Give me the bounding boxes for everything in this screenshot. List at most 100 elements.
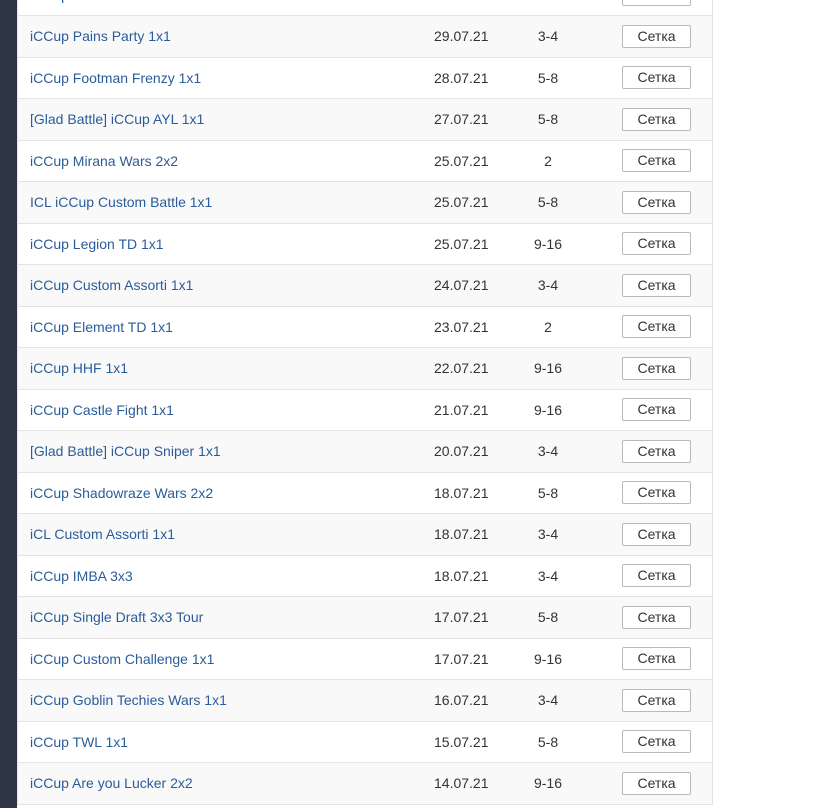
- tournament-link[interactable]: iCCup Are you Lucker 2x2: [30, 775, 193, 791]
- tournament-date: 18.07.21: [378, 472, 506, 514]
- tournament-link[interactable]: iCCup TWL 1x1: [30, 734, 128, 750]
- tournament-place: 5-8: [506, 596, 602, 639]
- tournament-date: 23.07.21: [378, 306, 506, 348]
- bracket-button[interactable]: Сетка: [622, 439, 691, 463]
- bracket-button-cell: Сетка: [602, 347, 712, 390]
- tournament-place: 5-8: [506, 57, 602, 99]
- tournament-place: 2: [506, 306, 602, 348]
- bracket-button-cell: Сетка: [602, 0, 712, 16]
- bracket-button[interactable]: Сетка: [622, 0, 691, 6]
- tournament-results-table-container: iCCup Сетка iCCup Pains Party 1x1 29.07.…: [17, 0, 713, 805]
- bracket-button-cell: Сетка: [602, 430, 712, 473]
- table-row: iCCup Castle Fight 1x1 21.07.21 9-16 Сет…: [18, 389, 712, 431]
- tournament-link[interactable]: iCCup Custom Challenge 1x1: [30, 651, 214, 667]
- tournament-link[interactable]: [Glad Battle] iCCup AYL 1x1: [30, 111, 204, 127]
- tournament-date: 18.07.21: [378, 555, 506, 597]
- tournament-place: [506, 0, 602, 16]
- tournament-name-cell: iCCup Goblin Techies Wars 1x1: [18, 679, 378, 722]
- table-row: iCL Custom Assorti 1x1 18.07.21 3-4 Сетк…: [18, 513, 712, 556]
- table-row: iCCup Footman Frenzy 1x1 28.07.21 5-8 Се…: [18, 57, 712, 99]
- bracket-button-cell: Сетка: [602, 15, 712, 58]
- tournament-name-cell: iCCup Custom Assorti 1x1: [18, 264, 378, 307]
- table-row: iCCup TWL 1x1 15.07.21 5-8 Сетка: [18, 721, 712, 763]
- bracket-button-cell: Сетка: [602, 98, 712, 141]
- tournament-link[interactable]: iCCup: [30, 0, 69, 3]
- tournament-name-cell: iCCup HHF 1x1: [18, 347, 378, 390]
- bracket-button[interactable]: Сетка: [622, 149, 691, 173]
- tournament-link[interactable]: iCCup Element TD 1x1: [30, 319, 173, 335]
- bracket-button-cell: Сетка: [602, 140, 712, 182]
- tournament-name-cell: ICL iCCup Custom Battle 1x1: [18, 181, 378, 224]
- bracket-button[interactable]: Сетка: [622, 481, 691, 505]
- tournament-name-cell: iCCup Are you Lucker 2x2: [18, 762, 378, 805]
- tournament-place: 9-16: [506, 223, 602, 265]
- tournament-name-cell: iCCup Footman Frenzy 1x1: [18, 57, 378, 99]
- tournament-link[interactable]: ICL iCCup Custom Battle 1x1: [30, 194, 212, 210]
- tournament-name-cell: iCCup: [18, 0, 378, 16]
- tournament-place: 3-4: [506, 15, 602, 58]
- tournament-link[interactable]: iCCup Mirana Wars 2x2: [30, 153, 178, 169]
- bracket-button[interactable]: Сетка: [622, 564, 691, 588]
- bracket-button[interactable]: Сетка: [622, 771, 691, 795]
- tournament-name-cell: iCCup Castle Fight 1x1: [18, 389, 378, 431]
- bracket-button[interactable]: Сетка: [622, 522, 691, 546]
- table-row: iCCup IMBA 3x3 18.07.21 3-4 Сетка: [18, 555, 712, 597]
- tournament-link[interactable]: iCCup Custom Assorti 1x1: [30, 277, 193, 293]
- tournament-link[interactable]: iCCup Castle Fight 1x1: [30, 402, 174, 418]
- tournament-place: 3-4: [506, 679, 602, 722]
- tournament-place: 2: [506, 140, 602, 182]
- table-row: iCCup Custom Challenge 1x1 17.07.21 9-16…: [18, 638, 712, 680]
- bracket-button[interactable]: Сетка: [622, 190, 691, 214]
- tournament-link[interactable]: iCCup Shadowraze Wars 2x2: [30, 485, 213, 501]
- bracket-button[interactable]: Сетка: [622, 398, 691, 422]
- tournament-link[interactable]: iCL Custom Assorti 1x1: [30, 526, 175, 542]
- tournament-date: 25.07.21: [378, 223, 506, 265]
- bracket-button[interactable]: Сетка: [622, 24, 691, 48]
- table-row: iCCup Custom Assorti 1x1 24.07.21 3-4 Се…: [18, 264, 712, 307]
- tournament-rows: iCCup Сетка iCCup Pains Party 1x1 29.07.…: [18, 0, 712, 805]
- bracket-button[interactable]: Сетка: [622, 356, 691, 380]
- tournament-name-cell: iCCup Mirana Wars 2x2: [18, 140, 378, 182]
- tournament-date: 29.07.21: [378, 15, 506, 58]
- bracket-button[interactable]: Сетка: [622, 688, 691, 712]
- table-row: iCCup Mirana Wars 2x2 25.07.21 2 Сетка: [18, 140, 712, 182]
- bracket-button-cell: Сетка: [602, 264, 712, 307]
- bracket-button-cell: Сетка: [602, 389, 712, 431]
- bracket-button[interactable]: Сетка: [622, 232, 691, 256]
- bracket-button[interactable]: Сетка: [622, 66, 691, 90]
- bracket-button-cell: Сетка: [602, 762, 712, 805]
- tournament-name-cell: iCCup Pains Party 1x1: [18, 15, 378, 58]
- tournament-link[interactable]: iCCup IMBA 3x3: [30, 568, 133, 584]
- tournament-place: 3-4: [506, 430, 602, 473]
- tournament-name-cell: iCCup Custom Challenge 1x1: [18, 638, 378, 680]
- bracket-button[interactable]: Сетка: [622, 107, 691, 131]
- bracket-button-cell: Сетка: [602, 596, 712, 639]
- tournament-link[interactable]: iCCup HHF 1x1: [30, 360, 128, 376]
- tournament-date: 22.07.21: [378, 347, 506, 390]
- tournament-date: 16.07.21: [378, 679, 506, 722]
- tournament-name-cell: iCCup Legion TD 1x1: [18, 223, 378, 265]
- bracket-button[interactable]: Сетка: [622, 730, 691, 754]
- bracket-button[interactable]: Сетка: [622, 315, 691, 339]
- tournament-link[interactable]: iCCup Single Draft 3x3 Tour: [30, 609, 203, 625]
- tournament-date: 18.07.21: [378, 513, 506, 556]
- tournament-link[interactable]: iCCup Goblin Techies Wars 1x1: [30, 692, 227, 708]
- bracket-button[interactable]: Сетка: [622, 605, 691, 629]
- tournament-name-cell: iCCup Single Draft 3x3 Tour: [18, 596, 378, 639]
- page-background-left: [0, 0, 17, 808]
- bracket-button[interactable]: Сетка: [622, 647, 691, 671]
- tournament-link[interactable]: iCCup Legion TD 1x1: [30, 236, 164, 252]
- table-row: iCCup Are you Lucker 2x2 14.07.21 9-16 С…: [18, 762, 712, 805]
- tournament-link[interactable]: [Glad Battle] iCCup Sniper 1x1: [30, 443, 221, 459]
- tournament-date: 15.07.21: [378, 721, 506, 763]
- tournament-date: 20.07.21: [378, 430, 506, 473]
- tournament-date: 24.07.21: [378, 264, 506, 307]
- tournament-link[interactable]: iCCup Footman Frenzy 1x1: [30, 70, 201, 86]
- tournament-name-cell: iCL Custom Assorti 1x1: [18, 513, 378, 556]
- tournament-place: 9-16: [506, 762, 602, 805]
- table-row: ICL iCCup Custom Battle 1x1 25.07.21 5-8…: [18, 181, 712, 224]
- table-row: iCCup Goblin Techies Wars 1x1 16.07.21 3…: [18, 679, 712, 722]
- bracket-button[interactable]: Сетка: [622, 273, 691, 297]
- tournament-place: 5-8: [506, 98, 602, 141]
- tournament-link[interactable]: iCCup Pains Party 1x1: [30, 28, 171, 44]
